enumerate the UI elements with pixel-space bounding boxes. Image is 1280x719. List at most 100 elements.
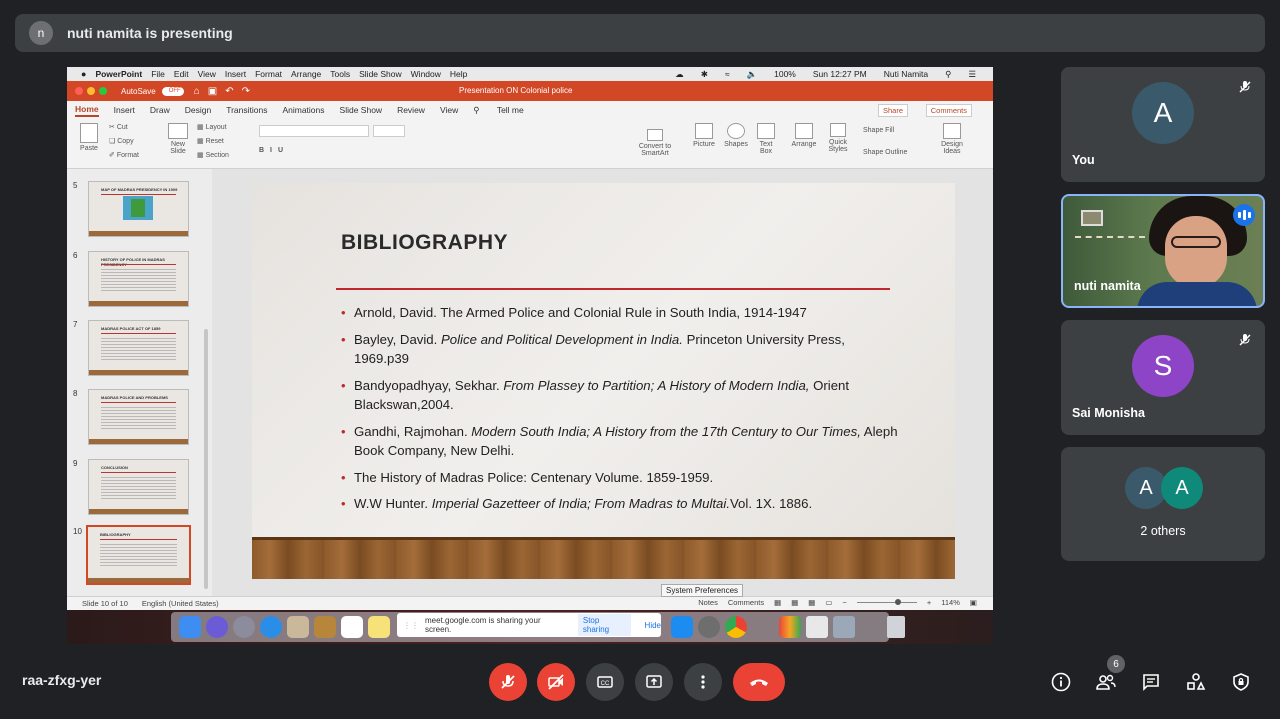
leave-call-button[interactable] <box>733 663 785 701</box>
apple-icon[interactable]: ● <box>81 69 86 79</box>
section-button[interactable]: ▦ Section <box>197 151 229 159</box>
thumbnail-slide-7[interactable]: MADRAS POLICE ACT OF 1859 <box>88 320 189 376</box>
chat-button[interactable] <box>1139 670 1163 694</box>
zoom-level[interactable]: 114% <box>941 598 960 607</box>
menu-arrange[interactable]: Arrange <box>291 69 321 79</box>
finder-icon[interactable] <box>179 616 201 638</box>
paste-button[interactable]: Paste <box>75 123 103 152</box>
drag-handle-icon[interactable]: ⋮⋮ <box>403 621 419 630</box>
picture-button[interactable]: Picture <box>689 123 719 148</box>
zoom-slider[interactable] <box>856 599 917 605</box>
notes-app-icon[interactable] <box>314 616 336 638</box>
present-now-button[interactable] <box>635 663 673 701</box>
spotlight-icon[interactable]: ⚲ <box>945 69 951 80</box>
thumbnail-slide-10-selected[interactable]: BIBLIOGRAPHY <box>86 525 191 585</box>
shape-fill-button[interactable]: Shape Fill <box>863 127 894 134</box>
volume-icon[interactable]: 🔈 <box>747 69 758 80</box>
notes-button[interactable]: Notes <box>698 598 718 607</box>
people-button[interactable] <box>1094 670 1118 694</box>
meeting-details-button[interactable] <box>1049 670 1073 694</box>
control-center-icon[interactable]: ☰ <box>968 69 976 80</box>
sorter-view-icon[interactable]: ▦ <box>791 598 798 607</box>
language-indicator[interactable]: English (United States) <box>142 599 219 608</box>
keynote-chart-icon[interactable] <box>779 616 801 638</box>
save-icon[interactable]: ▣ <box>208 86 217 97</box>
more-options-button[interactable] <box>684 663 722 701</box>
normal-view-icon[interactable]: ▦ <box>774 598 781 607</box>
thumbnail-slide-8[interactable]: MADRAS POLICE AND PROBLEMS <box>88 389 189 445</box>
current-slide[interactable]: BIBLIOGRAPHY Arnold, David. The Armed Po… <box>252 183 955 579</box>
tab-animations[interactable]: Animations <box>282 105 324 115</box>
menu-tools[interactable]: Tools <box>330 69 350 79</box>
slide-title[interactable]: BIBLIOGRAPHY <box>341 231 508 255</box>
clock-text[interactable]: Sun 12:27 PM <box>813 69 867 79</box>
reading-view-icon[interactable]: ▦ <box>808 598 815 607</box>
menu-view[interactable]: View <box>198 69 216 79</box>
comments-status-button[interactable]: Comments <box>728 598 764 607</box>
home-icon[interactable]: ⌂ <box>194 86 200 97</box>
captions-button[interactable]: CC <box>586 663 624 701</box>
document-icon[interactable] <box>806 616 828 638</box>
undo-icon[interactable]: ↶ <box>225 86 233 97</box>
shapes-button[interactable]: Shapes <box>721 123 751 148</box>
tab-design[interactable]: Design <box>185 105 211 115</box>
font-name-box[interactable] <box>259 125 369 137</box>
thumbnail-slide-6[interactable]: HISTORY OF POLICE IN MADRAS PRESIDENCY <box>88 251 189 307</box>
participant-tile-you[interactable]: A You <box>1061 67 1265 182</box>
minimize-window-button[interactable] <box>87 87 95 95</box>
format-painter-button[interactable]: ✐ Format <box>109 151 139 159</box>
tab-draw[interactable]: Draw <box>150 105 170 115</box>
user-text[interactable]: Nuti Namita <box>884 69 928 79</box>
activities-button[interactable] <box>1184 670 1208 694</box>
tell-me-field[interactable]: ⚲ Tell me <box>473 105 539 116</box>
tab-insert[interactable]: Insert <box>114 105 135 115</box>
thumbnails-scrollbar[interactable] <box>204 329 208 589</box>
cut-button[interactable]: ✂ Cut <box>109 123 128 131</box>
thumbnail-slide-5[interactable]: MAP OF MADRAS PRESIDENCY IN 1909 <box>88 181 189 237</box>
font-size-box[interactable] <box>373 125 405 137</box>
slideshow-view-icon[interactable]: ▭ <box>825 598 832 607</box>
cloud-icon[interactable]: ☁ <box>675 69 684 80</box>
menu-format[interactable]: Format <box>255 69 282 79</box>
shape-outline-button[interactable]: Shape Outline <box>863 149 907 156</box>
convert-smartart-button[interactable]: Convert to SmartArt <box>635 129 675 157</box>
app-store-icon[interactable] <box>671 616 693 638</box>
wifi-icon[interactable]: ≈ <box>725 69 730 79</box>
design-ideas-button[interactable]: Design Ideas <box>935 123 969 155</box>
system-preferences-icon[interactable] <box>698 616 720 638</box>
chrome-icon[interactable] <box>725 616 747 638</box>
trash-icon[interactable] <box>887 616 905 638</box>
close-window-button[interactable] <box>75 87 83 95</box>
menu-help[interactable]: Help <box>450 69 467 79</box>
menu-window[interactable]: Window <box>411 69 441 79</box>
font-format-icons[interactable]: BIU <box>259 147 289 154</box>
redo-icon[interactable]: ↷ <box>242 86 250 97</box>
tab-home[interactable]: Home <box>75 104 99 117</box>
share-button[interactable]: Share <box>877 104 908 117</box>
copy-button[interactable]: ❏ Copy <box>109 137 134 145</box>
fit-slide-icon[interactable]: ▣ <box>970 598 977 607</box>
preview-icon[interactable] <box>833 616 855 638</box>
zoom-out-icon[interactable]: − <box>842 598 846 607</box>
thumbnail-slide-9[interactable]: CONCLUSION <box>88 459 189 515</box>
hide-banner-button[interactable]: Hide <box>645 621 661 630</box>
tab-view[interactable]: View <box>440 105 458 115</box>
quick-styles-button[interactable]: Quick Styles <box>823 123 853 153</box>
menu-file[interactable]: File <box>151 69 165 79</box>
comments-button[interactable]: Comments <box>925 104 972 117</box>
bibliography-list[interactable]: Arnold, David. The Armed Police and Colo… <box>341 303 901 521</box>
calendar-icon[interactable] <box>341 616 363 638</box>
participant-tile-others[interactable]: A A 2 others <box>1061 447 1265 561</box>
host-controls-button[interactable] <box>1229 670 1253 694</box>
menu-edit[interactable]: Edit <box>174 69 189 79</box>
toggle-camera-button[interactable] <box>537 663 575 701</box>
participant-tile-nuti-namita[interactable]: nuti namita <box>1061 194 1265 308</box>
bluetooth-icon[interactable]: ✱ <box>701 69 708 80</box>
tab-transitions[interactable]: Transitions <box>226 105 267 115</box>
zoom-in-icon[interactable]: + <box>927 598 931 607</box>
tab-slideshow[interactable]: Slide Show <box>340 105 383 115</box>
participant-tile-sai-monisha[interactable]: S Sai Monisha <box>1061 320 1265 435</box>
stop-sharing-button[interactable]: Stop sharing <box>577 614 631 636</box>
safari-icon[interactable] <box>260 616 282 638</box>
arrange-button[interactable]: Arrange <box>789 123 819 148</box>
